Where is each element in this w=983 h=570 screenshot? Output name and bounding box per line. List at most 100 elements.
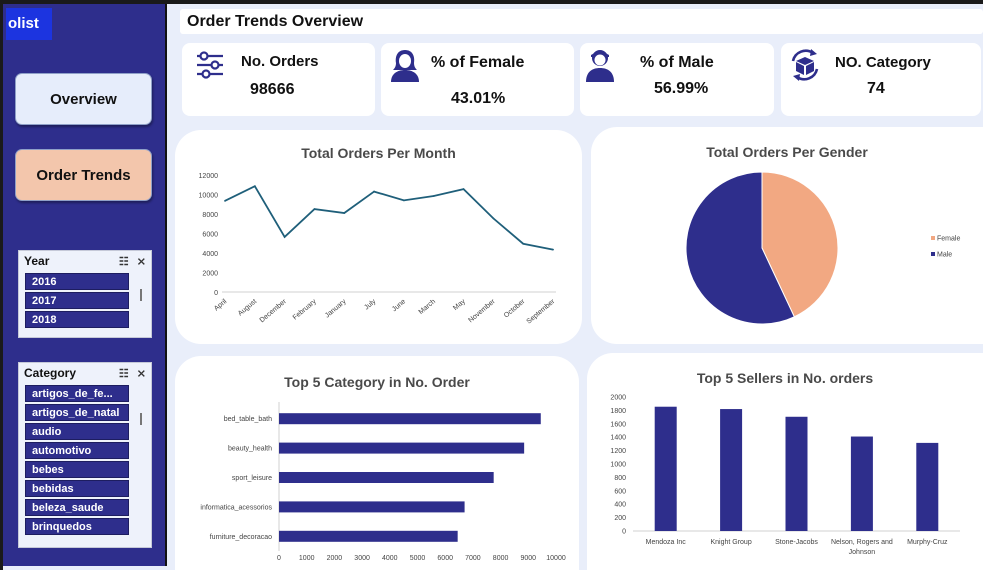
data-point — [432, 195, 435, 197]
category-item[interactable]: beleza_saude — [25, 499, 129, 516]
overview-button[interactable]: Overview — [15, 73, 152, 125]
category-label: informatica_acessorios — [200, 504, 272, 511]
orders-per-month-panel: Total Orders Per Month 0 2000 4000 6000 8000… — [175, 130, 582, 344]
top-sellers-panel: Top 5 Sellers in No. orders 0 200 400 600 80… — [587, 353, 983, 570]
category-item[interactable]: audio — [25, 423, 129, 440]
y-tick-label: 400 — [614, 502, 626, 509]
category-item[interactable]: artigos_de_fe... — [25, 385, 129, 402]
data-point — [313, 208, 316, 211]
year-item[interactable]: 2016 — [25, 273, 129, 290]
y-tick-label: 1200 — [610, 448, 626, 455]
x-tick-label: February — [292, 298, 318, 322]
top-category-chart: bed_table_bath beauty_health sport_leisure… — [200, 402, 566, 562]
clear-filter-icon[interactable]: ⨯ — [137, 255, 146, 268]
y-tick-label: 800 — [614, 475, 626, 482]
category-label: furniture_decoracao — [210, 534, 272, 541]
legend-swatch — [931, 236, 935, 240]
category-item[interactable]: bebes — [25, 461, 129, 478]
top-category-panel: Top 5 Category in No. Order bed_table_ba… — [175, 356, 579, 570]
category-bar — [279, 501, 465, 513]
y-tick-label: 200 — [614, 515, 626, 522]
category-item[interactable]: bebidas — [25, 480, 129, 497]
dashboard: olist Overview Order Trends Year ☷ ⨯ 201… — [0, 0, 983, 570]
year-item[interactable]: 2018 — [25, 311, 129, 328]
kpi-orders-card: No. Orders 98666 — [182, 43, 375, 116]
seller-bar — [785, 416, 808, 531]
y-tick-label: 2000 — [202, 271, 218, 278]
y-tick-label: 1400 — [610, 435, 626, 442]
data-point — [224, 199, 226, 202]
category-label: bed_table_bath — [224, 416, 272, 423]
y-tick-label: 0 — [214, 290, 218, 297]
x-tick-label: 8000 — [493, 555, 509, 562]
title-bar: Order Trends Overview — [180, 9, 983, 34]
category-label: beauty_health — [228, 446, 272, 453]
y-tick-label: 2000 — [610, 395, 626, 402]
y-tick-label: 1600 — [610, 421, 626, 428]
kpi-category-label: NO. Category — [835, 54, 931, 71]
seller-bar — [916, 442, 939, 531]
year-slicer: Year ☷ ⨯ 2016 2017 2018 — [18, 250, 152, 338]
kpi-male-value: 56.99% — [654, 80, 709, 97]
data-point — [343, 212, 346, 214]
x-tick-label: April — [213, 298, 229, 313]
slicer-scrollbar[interactable] — [140, 413, 142, 425]
kpi-orders-label: No. Orders — [241, 53, 319, 70]
category-bar — [279, 413, 541, 425]
x-tick-label: 9000 — [521, 555, 537, 562]
y-tick-label: 6000 — [202, 232, 218, 239]
seller-label: Mendoza Inc — [646, 539, 687, 546]
slicer-scrollbar[interactable] — [140, 289, 142, 301]
male-user-icon — [586, 50, 614, 82]
y-tick-label: 1000 — [610, 462, 626, 469]
multi-select-icon[interactable]: ☷ — [119, 255, 129, 268]
kpi-female-value: 43.01% — [451, 90, 506, 107]
data-point — [403, 199, 405, 202]
year-slicer-title: Year — [24, 254, 50, 268]
kpi-orders-value: 98666 — [250, 81, 295, 98]
x-tick-label: July — [363, 298, 377, 312]
kpi-category-card: NO. Category 74 — [781, 43, 981, 116]
box-cycle-icon — [791, 49, 819, 81]
x-tick-label: 2000 — [327, 555, 343, 562]
x-tick-label: August — [237, 298, 258, 317]
category-bar — [279, 442, 525, 454]
x-tick-label: January — [324, 298, 348, 320]
category-label: sport_leisure — [232, 475, 272, 482]
seller-bar — [850, 436, 873, 531]
kpi-male-card: % of Male 56.99% — [580, 43, 774, 116]
x-tick-label: 5000 — [410, 555, 426, 562]
orders-per-month-chart: 0 2000 4000 6000 8000 10000 12000 April August De… — [199, 173, 557, 326]
seller-label: Johnson — [849, 549, 876, 556]
x-tick-label: November — [467, 298, 497, 325]
multi-select-icon[interactable]: ☷ — [119, 367, 129, 380]
x-tick-label: 7000 — [465, 555, 481, 562]
category-item[interactable]: automotivo — [25, 442, 129, 459]
kpi-female-label: % of Female — [431, 54, 525, 71]
data-point — [283, 236, 286, 238]
category-item[interactable]: brinquedos — [25, 518, 129, 535]
sidebar: olist Overview Order Trends Year ☷ ⨯ 201… — [3, 4, 167, 566]
x-tick-label: December — [259, 298, 289, 325]
order-trends-button[interactable]: Order Trends — [15, 149, 152, 201]
data-point — [253, 185, 256, 188]
female-user-icon — [391, 50, 419, 82]
y-tick-label: 600 — [614, 488, 626, 495]
y-tick-label: 4000 — [202, 251, 218, 258]
x-tick-label: 6000 — [437, 555, 453, 562]
clear-filter-icon[interactable]: ⨯ — [137, 367, 146, 380]
top-sellers-chart: 0 200 400 600 800 1000 1200 1400 1600 1800 2000 Men… — [610, 395, 960, 556]
seller-label: Murphy-Cruz — [907, 539, 948, 546]
year-item[interactable]: 2017 — [25, 292, 129, 309]
category-item[interactable]: artigos_de_natal — [25, 404, 129, 421]
category-bar — [279, 530, 458, 542]
x-tick-label: 0 — [277, 555, 281, 562]
seller-bar — [654, 406, 677, 531]
seller-bar — [720, 409, 743, 531]
y-tick-label: 12000 — [199, 173, 219, 180]
sliders-icon — [197, 51, 223, 79]
legend-label: Female — [937, 236, 960, 243]
x-tick-label: 3000 — [354, 555, 370, 562]
y-tick-label: 10000 — [199, 193, 219, 200]
x-tick-label: March — [418, 298, 437, 316]
